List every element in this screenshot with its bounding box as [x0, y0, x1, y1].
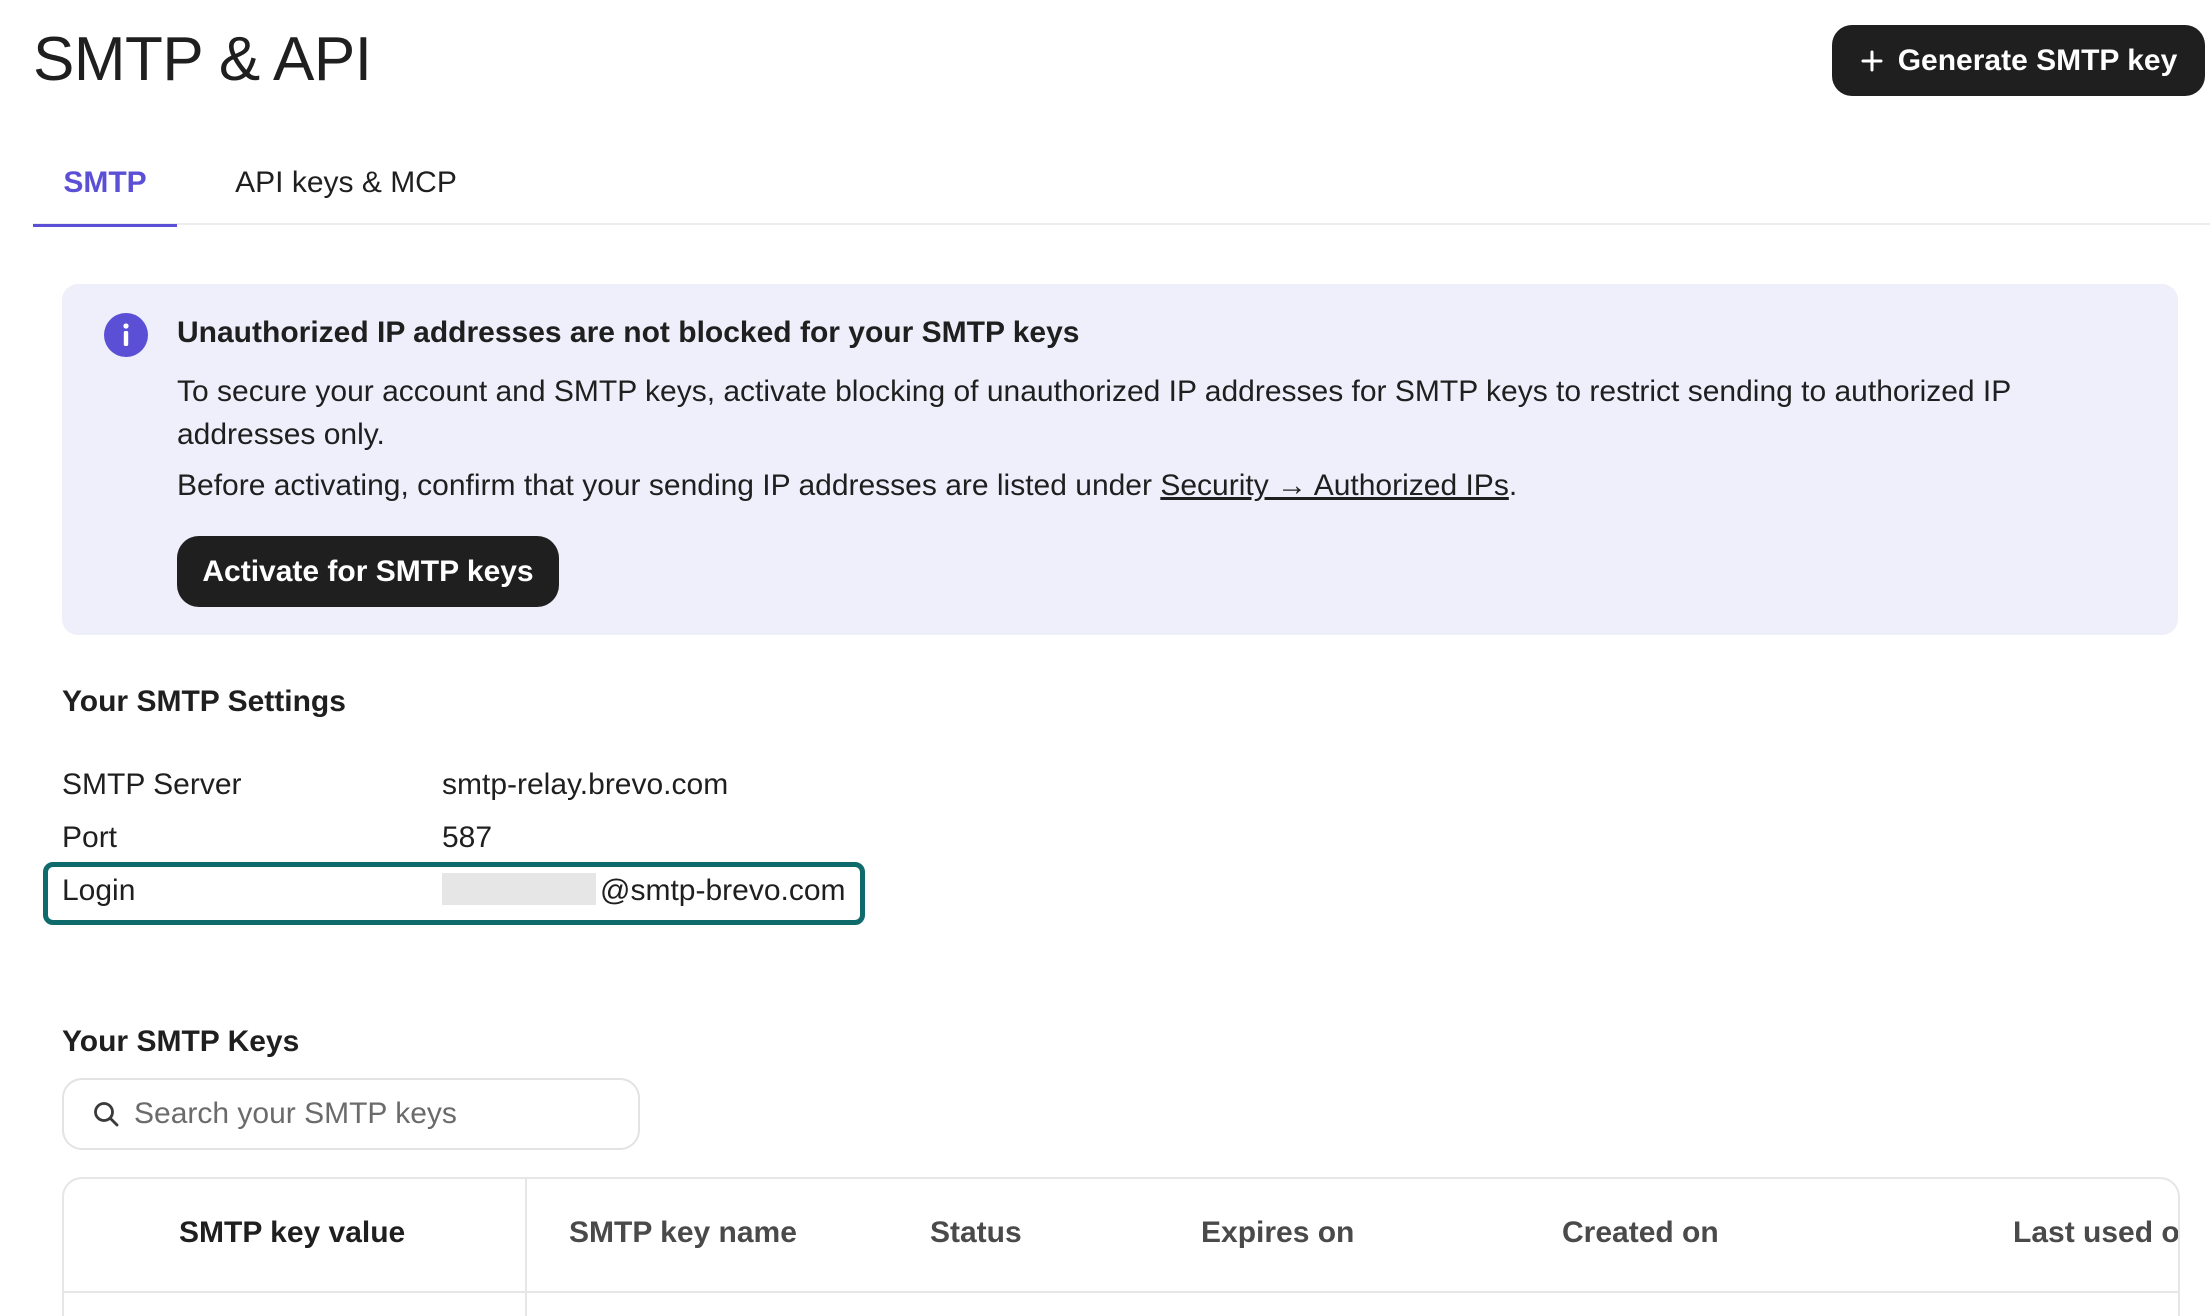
smtp-settings-title: Your SMTP Settings: [62, 685, 346, 718]
security-authorized-ips-link[interactable]: Security → Authorized IPs: [1160, 469, 1509, 502]
tabs-bar: SMTP API keys & MCP: [33, 140, 2210, 227]
login-row: Login @smtp-brevo.com: [62, 873, 862, 918]
alert-title: Unauthorized IP addresses are not blocke…: [177, 316, 1080, 349]
login-value: @smtp-brevo.com: [442, 873, 846, 908]
smtp-api-page: SMTP & API Generate SMTP key SMTP API ke…: [0, 0, 2210, 1316]
alert-body2-suffix: .: [1508, 469, 1518, 502]
smtp-server-label: SMTP Server: [62, 768, 242, 801]
search-icon: [94, 1102, 119, 1127]
smtp-server-value: smtp-relay.brevo.com: [442, 768, 729, 801]
smtp-keys-title: Your SMTP Keys: [62, 1025, 300, 1058]
activate-for-smtp-keys-button[interactable]: Activate for SMTP keys: [177, 536, 559, 607]
smtp-keys-table: SMTP key value SMTP key name Status Expi…: [62, 1177, 2180, 1316]
smtp-server-row: SMTP Server smtp-relay.brevo.com: [62, 768, 862, 812]
redacted-login-block: [442, 873, 596, 906]
port-label: Port: [62, 821, 118, 854]
column-header-created-on[interactable]: Created on: [1562, 1216, 1719, 1250]
column-divider: [525, 1179, 527, 1316]
table-header: SMTP key value SMTP key name Status Expi…: [64, 1179, 2178, 1293]
alert-body: To secure your account and SMTP keys, ac…: [177, 375, 2011, 451]
tab-smtp[interactable]: SMTP: [33, 140, 177, 227]
generate-smtp-key-button[interactable]: Generate SMTP key: [1832, 25, 2205, 96]
column-header-smtp-key-value[interactable]: SMTP key value: [179, 1216, 405, 1250]
login-value-suffix: @smtp-brevo.com: [600, 874, 846, 907]
alert-body-secondary: Before activating, confirm that your sen…: [177, 464, 2137, 507]
column-header-status[interactable]: Status: [930, 1216, 1022, 1250]
column-header-last-used-on[interactable]: Last used on: [2013, 1216, 2178, 1250]
alert-body2-prefix: Before activating, confirm that your sen…: [177, 469, 1161, 502]
page-title: SMTP & API: [33, 25, 372, 94]
column-header-smtp-key-name[interactable]: SMTP key name: [569, 1216, 797, 1250]
smtp-keys-search[interactable]: [62, 1078, 640, 1150]
login-label: Login: [62, 874, 136, 907]
unauthorized-ip-alert: Unauthorized IP addresses are not blocke…: [62, 284, 2178, 635]
column-header-expires-on[interactable]: Expires on: [1201, 1216, 1354, 1250]
tab-api-keys-mcp[interactable]: API keys & MCP: [205, 140, 487, 225]
info-icon: [104, 313, 148, 357]
port-row: Port 587: [62, 821, 862, 865]
port-value: 587: [442, 821, 493, 854]
plus-icon: [1861, 50, 1883, 71]
smtp-keys-search-input[interactable]: [134, 1097, 594, 1131]
generate-smtp-key-label: Generate SMTP key: [1897, 43, 2178, 77]
